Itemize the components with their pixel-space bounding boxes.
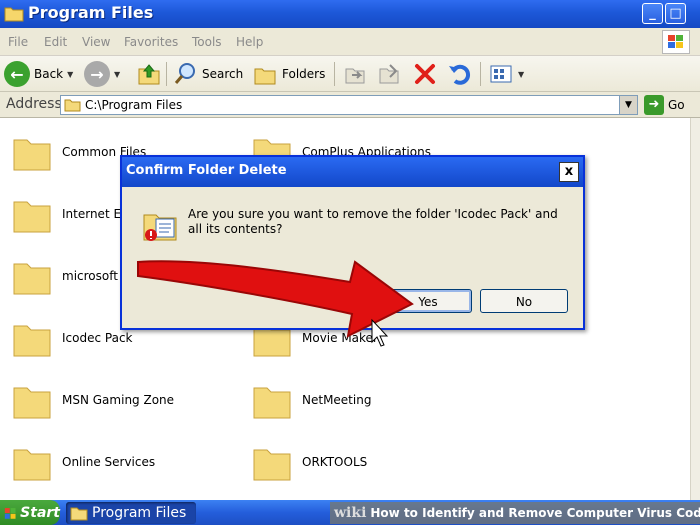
folder-icon — [13, 449, 51, 481]
search-button[interactable]: Search — [172, 60, 243, 88]
folder-item[interactable]: NetMeeting — [252, 376, 482, 424]
folders-label: Folders — [282, 67, 326, 81]
views-grid-icon — [490, 65, 512, 83]
yes-button[interactable]: Yes — [384, 289, 472, 313]
start-label: Start — [20, 504, 60, 521]
dialog-close-button[interactable]: x — [559, 162, 579, 182]
forward-arrow-icon: → — [84, 61, 110, 87]
folders-button[interactable]: Folders — [252, 60, 325, 88]
copy-to-button[interactable] — [376, 60, 402, 88]
start-button[interactable]: Start — [0, 500, 60, 525]
toolbar-separator — [480, 62, 481, 86]
no-button[interactable]: No — [480, 289, 568, 313]
toolbar: ← Back ▼ → ▼ Search Folders ▼ — [0, 56, 700, 92]
up-folder-button[interactable] — [136, 60, 162, 88]
address-dropdown-icon[interactable]: ▼ — [619, 96, 637, 114]
windows-flag-icon — [4, 507, 16, 519]
folder-label: Internet E — [62, 207, 122, 221]
menu-bar: File Edit View Favorites Tools Help — [0, 28, 700, 56]
delete-x-icon — [415, 64, 435, 84]
go-button[interactable]: ➜ Go — [644, 95, 685, 115]
undo-icon — [449, 64, 471, 85]
wikihow-watermark: wiki How to Identify and Remove Computer… — [330, 502, 700, 524]
back-button[interactable]: ← Back ▼ — [4, 60, 73, 88]
go-arrow-icon: ➜ — [644, 95, 664, 115]
delete-button[interactable] — [412, 60, 438, 88]
back-label: Back — [34, 67, 64, 81]
folder-icon — [13, 263, 51, 295]
folder-label: MSN Gaming Zone — [62, 393, 175, 407]
search-icon — [174, 63, 195, 84]
window-title: Program Files — [28, 3, 154, 22]
search-label: Search — [202, 67, 244, 81]
views-button[interactable]: ▼ — [488, 60, 524, 88]
folder-icon — [4, 7, 24, 22]
folder-label: Icodec Pack — [62, 331, 133, 345]
address-input[interactable]: C:\Program Files ▼ — [60, 95, 638, 115]
folder-label: Movie Maker — [302, 331, 378, 345]
windows-logo-icon — [662, 30, 690, 54]
menu-help[interactable]: Help — [236, 35, 263, 49]
folder-icon — [70, 507, 88, 520]
folder-icon — [253, 387, 291, 419]
back-arrow-icon: ← — [4, 61, 30, 87]
watermark-brand: wiki — [334, 505, 367, 521]
folder-item[interactable]: Online Services — [12, 438, 242, 486]
move-to-icon — [345, 68, 365, 84]
dialog-message: Are you sure you want to remove the fold… — [188, 207, 558, 236]
forward-button[interactable]: → ▼ — [84, 60, 120, 88]
menu-favorites[interactable]: Favorites — [124, 35, 178, 49]
folder-icon — [13, 325, 51, 357]
undo-button[interactable] — [446, 60, 472, 88]
go-label: Go — [668, 98, 685, 112]
address-bar: Address C:\Program Files ▼ ➜ Go — [0, 92, 700, 118]
folder-icon — [13, 201, 51, 233]
views-dropdown-icon[interactable]: ▼ — [518, 70, 524, 79]
back-dropdown-icon[interactable]: ▼ — [67, 70, 73, 79]
watermark-text: How to Identify and Remove Computer Viru… — [370, 506, 700, 520]
menu-tools[interactable]: Tools — [192, 35, 222, 49]
folder-label: ORKTOOLS — [302, 455, 368, 469]
folder-item[interactable]: ORKTOOLS — [252, 438, 482, 486]
toolbar-separator — [166, 62, 167, 86]
folder-label: microsoft f — [62, 269, 126, 283]
address-label: Address — [6, 96, 62, 112]
folder-item[interactable]: MSN Gaming Zone — [12, 376, 242, 424]
dialog-title: Confirm Folder Delete — [126, 163, 287, 178]
folder-icon — [253, 449, 291, 481]
up-folder-icon — [138, 64, 160, 85]
dialog-titlebar: Confirm Folder Delete x — [122, 157, 583, 187]
taskbar-window-label: Program Files — [92, 505, 187, 521]
minimize-button[interactable]: _ — [642, 3, 663, 24]
address-value: C:\Program Files — [85, 98, 183, 112]
forward-dropdown-icon[interactable]: ▼ — [114, 70, 120, 79]
folder-label: Online Services — [62, 455, 156, 469]
copy-to-icon — [379, 64, 399, 84]
delete-folder-warning-icon — [143, 214, 177, 241]
vertical-scrollbar[interactable] — [690, 118, 700, 500]
folder-icon — [64, 99, 81, 112]
folder-label: NetMeeting — [302, 393, 372, 407]
confirm-delete-dialog: Confirm Folder Delete x Are you sure you… — [120, 155, 585, 330]
taskbar-window-button[interactable]: Program Files — [66, 502, 196, 524]
menu-view[interactable]: View — [82, 35, 110, 49]
menu-edit[interactable]: Edit — [44, 35, 67, 49]
folder-icon — [13, 387, 51, 419]
folders-icon — [254, 68, 276, 85]
menu-file[interactable]: File — [8, 35, 28, 49]
move-to-button[interactable] — [342, 60, 368, 88]
maximize-button[interactable]: □ — [665, 3, 686, 24]
toolbar-separator — [334, 62, 335, 86]
folder-icon — [13, 139, 51, 171]
window-titlebar: Program Files _ □ — [0, 0, 700, 28]
